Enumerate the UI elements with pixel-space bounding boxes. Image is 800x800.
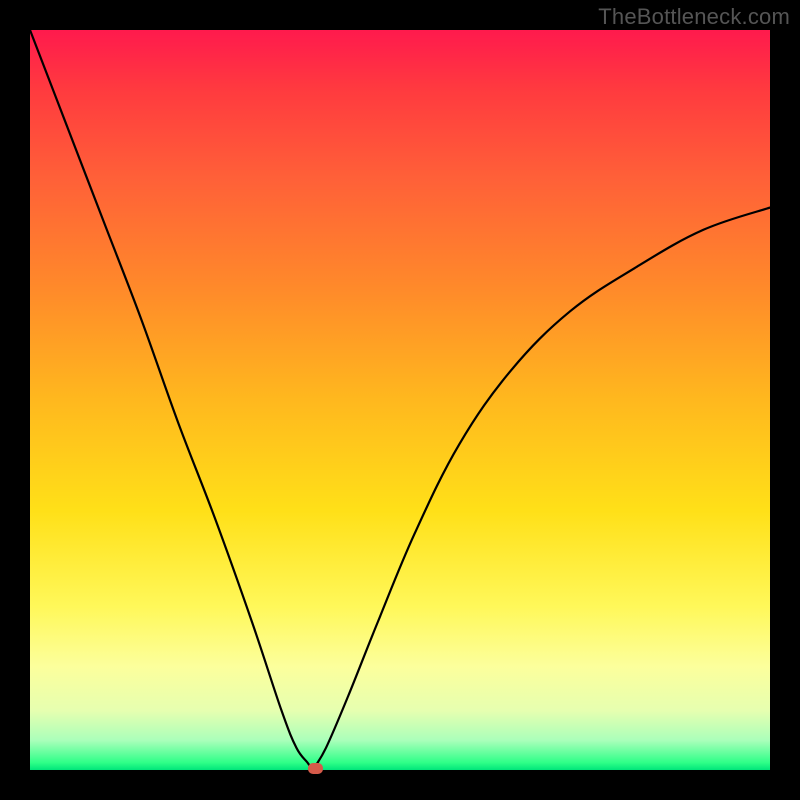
chart-plot-area (30, 30, 770, 770)
curve-left-branch (30, 30, 313, 770)
bottleneck-curve (30, 30, 770, 770)
curve-right-branch (313, 208, 770, 770)
watermark-text: TheBottleneck.com (598, 4, 790, 30)
minimum-marker (308, 763, 323, 774)
